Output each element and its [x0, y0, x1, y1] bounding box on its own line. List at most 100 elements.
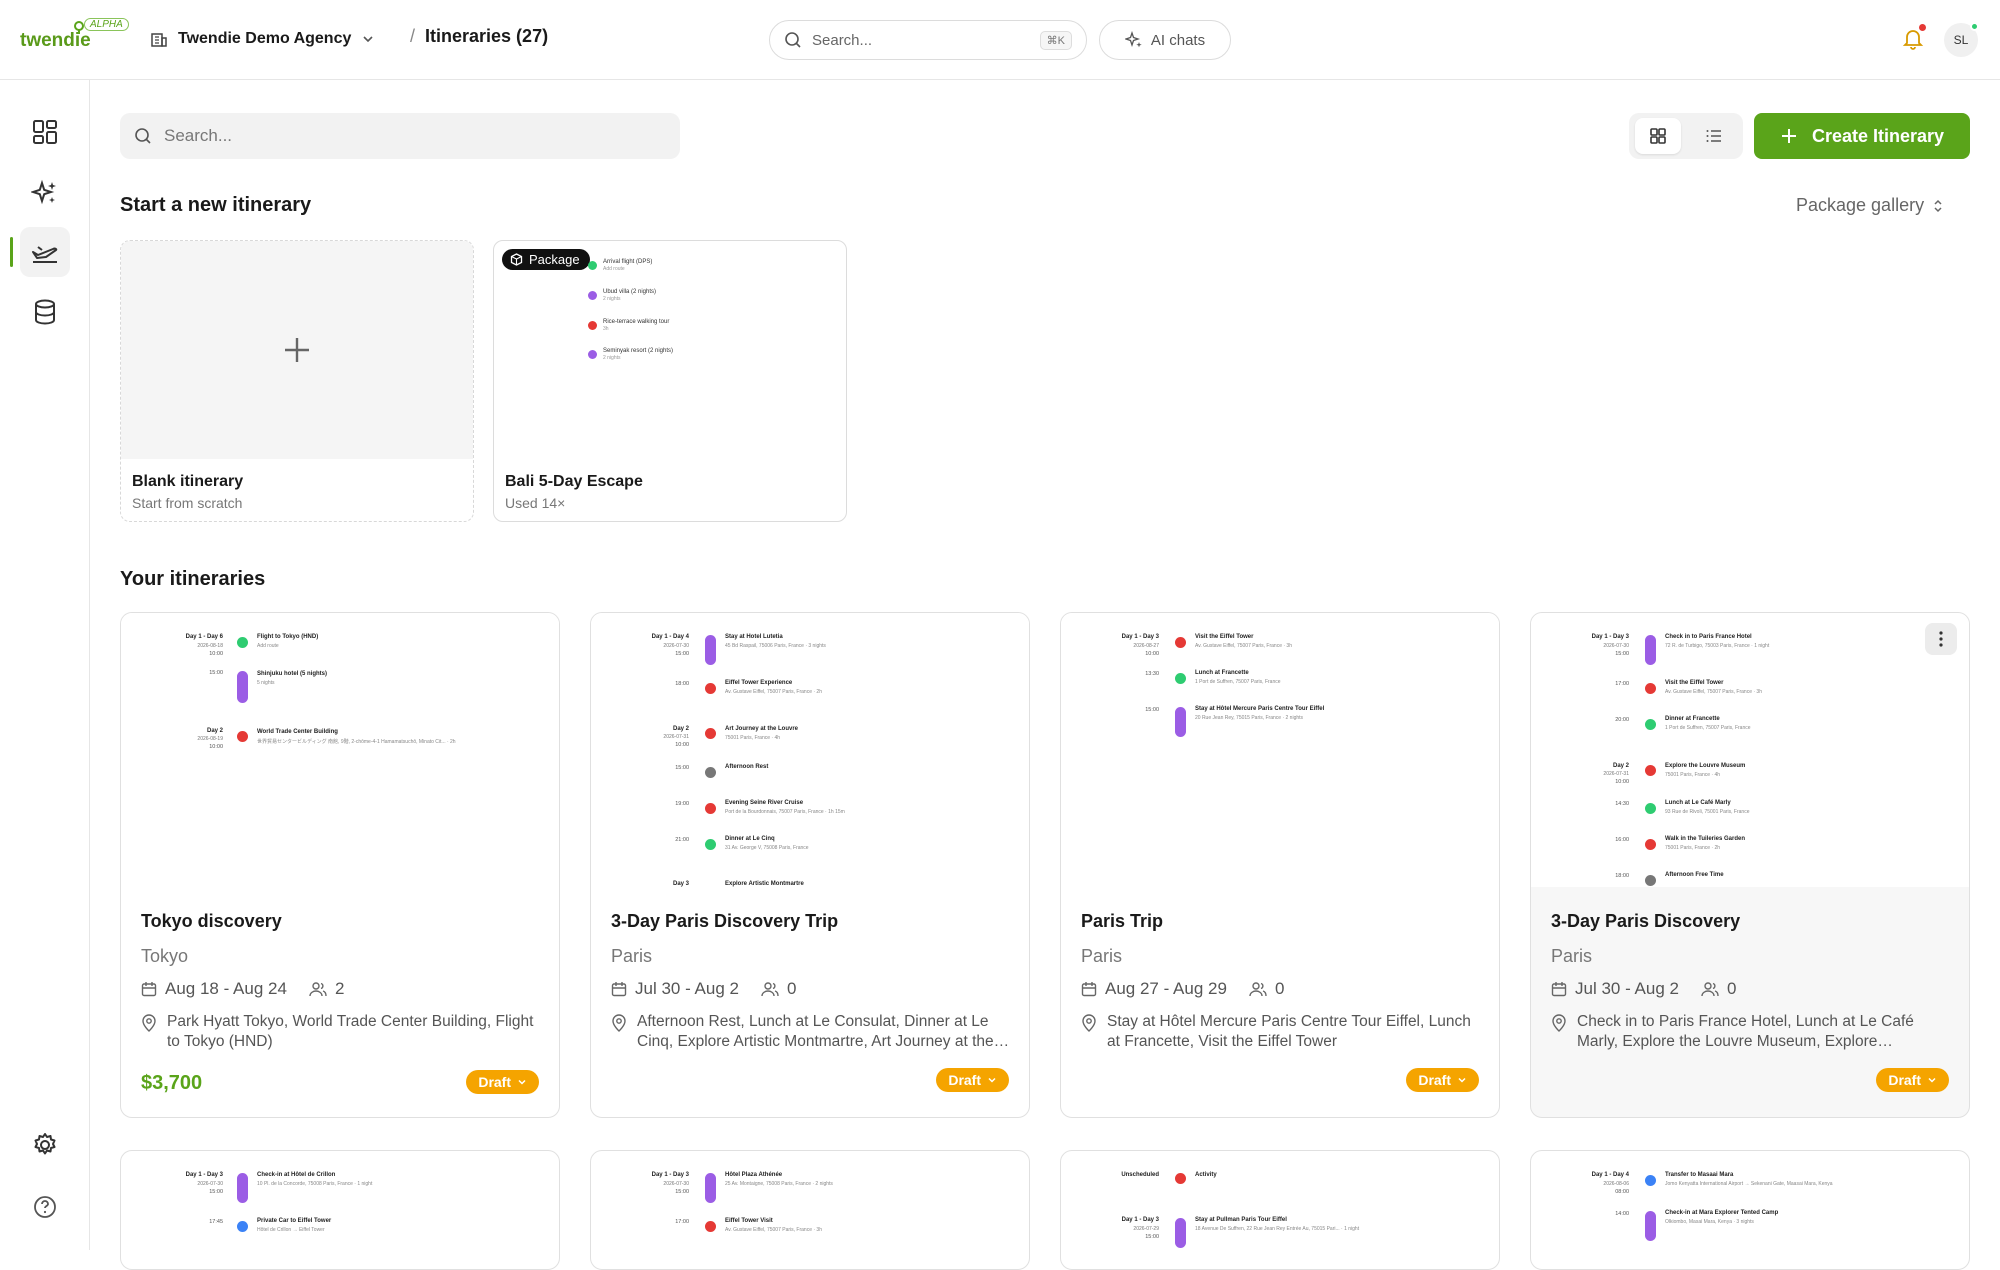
plane-icon: [32, 246, 58, 263]
list-icon: [1706, 130, 1721, 142]
itinerary-card[interactable]: Day 1 - Day 3 2026-07-30 15:00 Check in …: [1530, 612, 1970, 1118]
plus-icon: [1781, 129, 1796, 143]
ai-chats-button[interactable]: AI chats: [1099, 20, 1231, 60]
mini-item: Ubud villa (2 nights) 2 nights: [603, 289, 657, 302]
time-label: 21:00: [675, 837, 689, 843]
chevron-down-icon: [1458, 1077, 1466, 1083]
day-label: Day 1 - Day 3: [1591, 634, 1629, 640]
event-title: Activity: [1195, 1172, 1217, 1178]
status-label: Draft: [1888, 1072, 1921, 1088]
itinerary-preview: Day 1 - Day 6 2026-08-18 10:00 Flight to…: [121, 613, 559, 887]
itinerary-card[interactable]: Day 1 - Day 3 2026-07-30 15:00 Check-in …: [120, 1150, 560, 1270]
time-label: 16:00: [1615, 837, 1629, 843]
chevron-updown-icon: [1934, 199, 1942, 212]
event-detail: 93 Rue de Rivoli, 75001 Paris, France: [1665, 809, 1750, 815]
day-date: 2026-07-29: [1133, 1226, 1159, 1232]
day-label: Day 1 - Day 3: [1121, 634, 1159, 640]
package-gallery-button[interactable]: Package gallery: [1796, 195, 1944, 216]
package-badge: Package: [502, 249, 590, 270]
calendar-icon: [611, 982, 627, 997]
itinerary-card[interactable]: Day 1 - Day 6 2026-08-18 10:00 Flight to…: [120, 612, 560, 1118]
create-itinerary-button[interactable]: Create Itinerary: [1754, 113, 1970, 159]
time-label: 08:00: [1615, 1189, 1629, 1195]
sidebar-item-itineraries[interactable]: [20, 227, 70, 277]
more-options-button[interactable]: [1925, 623, 1957, 655]
list-view-button[interactable]: [1691, 118, 1737, 154]
itinerary-summary: Afternoon Rest, Lunch at Le Consulat, Di…: [611, 1012, 1011, 1052]
day-label: Day 1 - Day 4: [1591, 1172, 1629, 1178]
time-label: 15:00: [675, 765, 689, 771]
sidebar-item-database[interactable]: [20, 287, 70, 337]
status-badge[interactable]: Draft: [1876, 1068, 1949, 1092]
time-label: 17:00: [675, 1219, 689, 1225]
itinerary-meta: Jul 30 - Aug 2 0: [1551, 979, 1736, 999]
status-badge[interactable]: Draft: [466, 1070, 539, 1094]
day-label: Day 1 - Day 3: [1121, 1217, 1159, 1223]
search-icon: [135, 128, 151, 144]
sidebar-item-dashboard[interactable]: [20, 107, 70, 157]
event-title: Eiffel Tower Visit: [725, 1218, 773, 1224]
timeline: Day 1 - Day 3 2026-08-27 10:00 Visit the…: [1061, 613, 1499, 887]
event-title: Stay at Pullman Paris Tour Eiffel: [1195, 1217, 1287, 1223]
status-badge[interactable]: Draft: [1406, 1068, 1479, 1092]
sidebar: [0, 80, 90, 1250]
itinerary-card[interactable]: Day 1 - Day 4 2026-07-30 15:00 Stay at H…: [590, 612, 1030, 1118]
itinerary-card[interactable]: Day 1 - Day 4 2026-08-06 08:00 Transfer …: [1530, 1150, 1970, 1270]
event-title: Flight to Tokyo (HND): [257, 634, 319, 640]
hotel-dot: [588, 350, 597, 359]
event-detail: 75001 Paris, France · 4h: [1665, 772, 1721, 778]
event-title: Stay at Hotel Lutetia: [725, 634, 783, 640]
hotel-pill: [1175, 1218, 1186, 1248]
event-detail: 世界貿易センタービルディング 南館, 9階, 2-chōme-4-1 Hamam…: [257, 739, 456, 745]
rest-dot: [1645, 875, 1656, 886]
itinerary-card[interactable]: Day 1 - Day 3 2026-08-27 10:00 Visit the…: [1060, 612, 1500, 1118]
day-date: 2026-07-30: [197, 1181, 223, 1187]
sparkles-icon: [1124, 31, 1142, 48]
event-detail: 75001 Paris, France · 2h: [1665, 845, 1721, 851]
itinerary-search-placeholder: Search...: [164, 126, 233, 145]
activity-dot: [1645, 765, 1656, 776]
event-title: Dinner at Francette: [1665, 716, 1720, 722]
page-title: Itineraries (27): [425, 26, 549, 46]
itinerary-card[interactable]: Unscheduled Activity Day 1 - Day 3 2026-…: [1060, 1150, 1500, 1270]
itinerary-search-input[interactable]: Search...: [120, 113, 680, 159]
activity-dot: [705, 803, 716, 814]
event-detail: Hôtel de Crillon → Eiffel Tower: [257, 1227, 325, 1233]
day-date: 2026-08-06: [1603, 1181, 1629, 1187]
activity-dot: [1175, 1173, 1186, 1184]
sidebar-item-help[interactable]: [20, 1182, 70, 1232]
itinerary-card[interactable]: Day 1 - Day 3 2026-07-30 15:00 Hôtel Pla…: [590, 1150, 1030, 1270]
sidebar-item-ai[interactable]: [20, 168, 70, 218]
day-date: 2026-08-27: [1133, 643, 1159, 649]
package-card-bali[interactable]: Package Arrival flight (DPS) Add route Ub…: [493, 240, 847, 522]
grid-view-button[interactable]: [1635, 118, 1681, 154]
activity-dot: [588, 321, 597, 330]
timeline: Day 1 - Day 3 2026-07-30 15:00 Check in …: [1531, 613, 1969, 887]
logo[interactable]: twendie ALPHA: [20, 18, 130, 54]
time-label: 13:30: [1145, 671, 1159, 677]
map-pin-icon: [612, 1014, 626, 1032]
itinerary-summary: Park Hyatt Tokyo, World Trade Center Bui…: [141, 1012, 541, 1052]
chevron-down-icon: [988, 1077, 996, 1083]
create-itinerary-label: Create Itinerary: [1811, 125, 1945, 146]
time-label: 10:00: [1615, 779, 1629, 785]
transfer-dot: [237, 1221, 248, 1232]
status-badge[interactable]: Draft: [936, 1068, 1009, 1092]
search-icon: [785, 32, 801, 48]
itinerary-title: 3-Day Paris Discovery: [1551, 911, 1741, 931]
users-icon: [1701, 982, 1719, 997]
itinerary-travelers: 0: [1726, 979, 1737, 998]
sparkles-icon: [31, 179, 56, 205]
map-pin-icon: [142, 1014, 156, 1032]
day-date: 2026-07-30: [1603, 643, 1629, 649]
timeline: Day 1 - Day 4 2026-07-30 15:00 Stay at H…: [591, 613, 1029, 887]
status-label: Draft: [1418, 1072, 1451, 1088]
event-title: Art Journey at the Louvre: [725, 726, 799, 732]
sidebar-item-settings[interactable]: [20, 1120, 70, 1170]
blank-itinerary-card[interactable]: Blank itinerary Start from scratch: [120, 240, 474, 522]
global-search[interactable]: Search... ⌘K: [769, 20, 1087, 60]
itinerary-city: Paris: [611, 946, 653, 966]
event-detail: 1 Port de Suffren, 75007 Paris, France: [1195, 679, 1281, 685]
hotel-pill: [705, 635, 716, 665]
agency-switcher[interactable]: Twendie Demo Agency: [150, 24, 375, 54]
